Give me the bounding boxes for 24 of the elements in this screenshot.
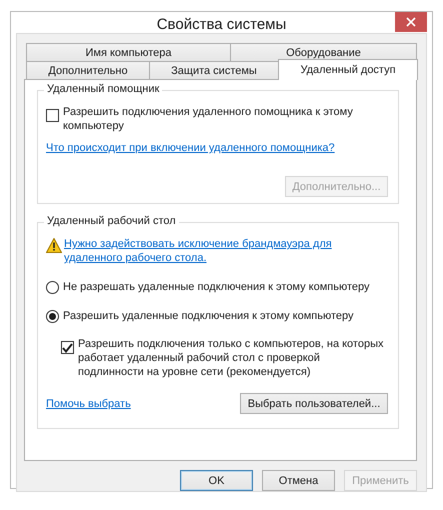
help-link[interactable]: Помочь выбрать [46, 396, 131, 410]
tab[interactable]: Дополнительно [26, 61, 150, 80]
select-users-button[interactable]: Выбрать пользователей... [240, 393, 388, 414]
tab[interactable]: Защита системы [149, 61, 279, 80]
checkbox-label: Разрешить подключения только с компьютеров, на которых работает удаленный рабочий стол с проверкой подлинности на уровне сети (рекомендуется) [78, 337, 384, 379]
radio-label: Разрешить удаленные подключения к этому компьютеру [63, 309, 354, 323]
warning-icon [46, 238, 62, 253]
close-icon [406, 17, 416, 27]
tab[interactable]: Имя компьютера [26, 43, 231, 62]
close-button[interactable] [395, 12, 427, 32]
radio-label: Не разрешать удаленные подключения к этому компьютеру [63, 280, 370, 294]
radio-button[interactable] [46, 280, 59, 294]
group-title: Удаленный помощник [44, 83, 162, 95]
radio-button[interactable] [46, 310, 59, 322]
help-link[interactable]: Что происходит при включении удаленного помощника? [46, 141, 335, 155]
ok-button[interactable]: OK [180, 470, 253, 491]
group-title: Удаленный рабочий стол [44, 215, 179, 227]
firewall-link[interactable]: Нужно задействовать исключение брандмауэра для удаленного рабочего стола. [64, 237, 388, 265]
tab[interactable]: Удаленный доступ [278, 59, 418, 80]
checkbox[interactable] [61, 341, 74, 354]
cancel-button[interactable]: Отмена [262, 470, 335, 491]
window-title: Свойства системы [156, 15, 286, 33]
checkbox[interactable] [46, 109, 59, 122]
checkbox-label: Разрешить подключения удаленного помощника к этому компьютеру [63, 105, 354, 133]
